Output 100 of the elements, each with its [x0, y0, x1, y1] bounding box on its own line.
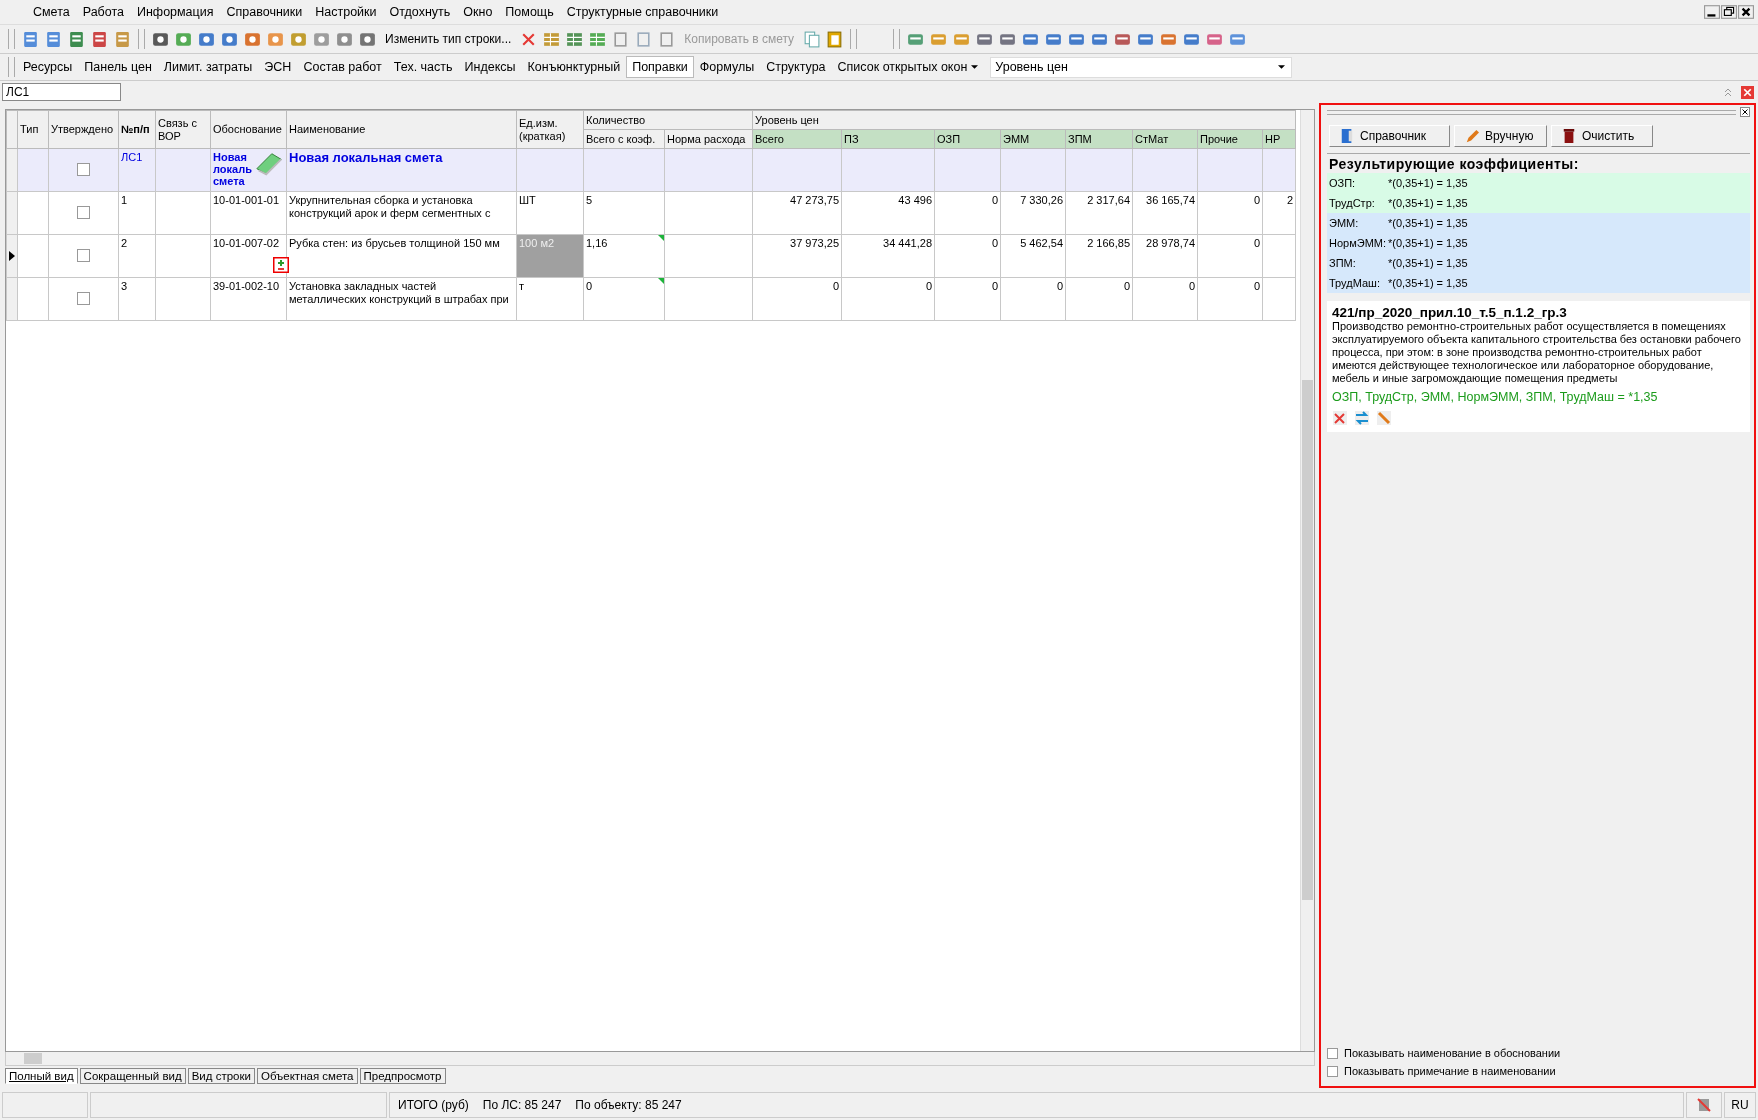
approved-checkbox[interactable] — [77, 163, 90, 176]
trash-icon — [1562, 128, 1576, 144]
price-value: 2 166,85 — [1087, 237, 1130, 249]
coefficient-label: ТрудМаш: — [1329, 277, 1381, 289]
price-value: 28 978,74 — [1146, 237, 1195, 249]
price-value: 0 — [1188, 280, 1195, 292]
row-number: 3 — [121, 280, 128, 292]
unit-text: 100 м2 — [519, 237, 555, 249]
panel-tab[interactable]: Тех. часть — [387, 56, 459, 78]
price-value: 0 — [1253, 280, 1260, 292]
menu-item[interactable]: Информация — [136, 5, 214, 19]
corner-flag-icon — [658, 235, 664, 241]
open-windows-dropdown[interactable]: Список открытых окон — [831, 56, 985, 78]
menu-item[interactable]: Работа — [82, 5, 124, 19]
delete-icon[interactable] — [1332, 410, 1348, 426]
horizontal-scrollbar[interactable] — [5, 1052, 1315, 1066]
menu-item[interactable]: Отдохнуть — [389, 5, 451, 19]
price-value: 47 273,75 — [790, 194, 839, 206]
row-number: 1 — [121, 194, 128, 206]
item-name: Укрупнительная сборка и установка конструкций арок и ферм сегментных с — [289, 194, 491, 219]
panel-tab[interactable]: Лимит. затраты — [157, 56, 259, 78]
price-value: 34 441,28 — [883, 237, 932, 249]
panel-tab[interactable]: ЭСН — [258, 56, 298, 78]
approved-checkbox[interactable] — [77, 206, 90, 219]
price-value: 0 — [925, 280, 932, 292]
column-header: Наименование — [286, 110, 517, 149]
panel-tab[interactable]: Индексы — [458, 56, 522, 78]
toolbar-grip[interactable] — [8, 29, 15, 49]
coefficient-label: ЭММ: — [1329, 217, 1360, 229]
change-row-type-button[interactable]: Изменить тип строки... — [381, 32, 516, 46]
caret-icon[interactable] — [1278, 65, 1286, 69]
menu-item[interactable]: Настройки — [315, 5, 377, 19]
coefficient-formula: *(0,35+1) = 1,35 — [1388, 177, 1468, 189]
view-tab[interactable]: Объектная смета — [256, 1068, 358, 1084]
column-header: Ед.изм. (краткая) — [516, 110, 584, 149]
view-tab[interactable]: Предпросмотр — [359, 1068, 446, 1084]
panel-tab[interactable]: Панель цен — [78, 56, 158, 78]
price-value: 0 — [991, 280, 998, 292]
view-tab[interactable]: Сокращенный вид — [79, 1068, 186, 1084]
language-indicator[interactable]: RU — [1724, 1092, 1756, 1118]
unit-text: т — [519, 280, 525, 292]
panel-tab[interactable]: Формулы — [693, 56, 761, 78]
column-header: Связь с ВОР — [155, 110, 211, 149]
current-row-icon — [9, 251, 15, 261]
price-value: 0 — [1253, 237, 1260, 249]
correction-title: 421/пр_2020_прил.10_т.5_п.1.2_гр.3 — [1332, 305, 1568, 320]
view-tab[interactable]: Полный вид — [5, 1068, 78, 1084]
correction-description: Производство ремонтно-строительных работ осуществляется в помещениях эксплуатируемого объекта капитального строительства без остановки рабочего процесса, при этом: в зоне производства ремонтно-строительных работ имеются действующее технологическое или лабораторное оборудование, мебель и иные загромождающие помещения предметы — [1332, 320, 1742, 385]
panel-tab[interactable]: Структура — [760, 56, 832, 78]
quantity-text: 5 — [586, 194, 593, 206]
option-label: Показывать наименование в обосновании — [1344, 1047, 1561, 1059]
collapse-icon[interactable] — [1723, 87, 1733, 97]
panel-tab[interactable]: Конъюнктурный — [521, 56, 627, 78]
price-value: 0 — [1123, 280, 1130, 292]
approved-checkbox[interactable] — [77, 249, 90, 262]
coefficient-formula: *(0,35+1) = 1,35 — [1388, 237, 1468, 249]
restore-icon[interactable] — [1721, 5, 1737, 19]
panel-tab[interactable]: Состав работ — [297, 56, 388, 78]
price-value: 0 — [1253, 194, 1260, 206]
panel-button[interactable]: Вручную — [1454, 125, 1547, 147]
address-field[interactable]: ЛС1 — [2, 83, 121, 101]
menu-item[interactable]: Окно — [463, 5, 493, 19]
price-level-dropdown[interactable]: Уровень цен — [990, 56, 1293, 78]
status-text: ИТОГО (руб) — [398, 1098, 469, 1112]
toolbar-grip[interactable] — [138, 29, 145, 49]
vertical-scrollbar[interactable] — [1300, 110, 1314, 1051]
view-tab[interactable]: Вид строки — [187, 1068, 255, 1084]
panel-button[interactable]: Справочник — [1329, 125, 1450, 147]
coefficient-label: ЗПМ: — [1329, 257, 1357, 269]
option-label: Показывать примечание в наименовании — [1344, 1065, 1556, 1077]
column-header: №п/п — [118, 110, 156, 149]
panel-tab[interactable]: Ресурсы — [17, 56, 79, 78]
minimize-icon[interactable] — [1704, 5, 1720, 19]
price-value: 0 — [991, 194, 998, 206]
menu-item[interactable]: Структурные справочники — [566, 5, 719, 19]
item-name: Установка закладных частей металлических конструкций в штрабах при — [289, 280, 509, 305]
option-checkbox[interactable] — [1327, 1065, 1338, 1077]
caret-icon[interactable] — [971, 65, 979, 69]
option-checkbox[interactable] — [1327, 1047, 1338, 1059]
close-icon[interactable] — [1740, 107, 1750, 117]
swap-arrows-icon[interactable] — [1354, 410, 1370, 426]
column-group-header: Уровень цен — [752, 110, 1296, 130]
panel-tab[interactable]: Поправки — [626, 56, 694, 78]
price-value: 43 496 — [898, 194, 932, 206]
close-icon[interactable] — [1738, 5, 1754, 19]
price-value: 2 317,64 — [1087, 194, 1130, 206]
toolbar-grip[interactable] — [8, 57, 15, 77]
approved-checkbox[interactable] — [77, 292, 90, 305]
coefficient-formula: *(0,35+1) = 1,35 — [1388, 257, 1468, 269]
column-header: Тип — [17, 110, 49, 149]
menu-item[interactable]: Справочники — [226, 5, 303, 19]
toolbar-grip[interactable] — [850, 29, 858, 49]
basis-code: 39-01-002-10 — [213, 280, 280, 292]
menu-item[interactable]: Смета — [33, 5, 70, 19]
toolbar-grip[interactable] — [893, 29, 901, 49]
quantity-text: 1,16 — [586, 237, 608, 249]
panel-button[interactable]: Очистить — [1551, 125, 1653, 147]
menu-item[interactable]: Помощь — [505, 5, 554, 19]
column-group-header: Количество — [583, 110, 753, 130]
column-header: Утверждено — [48, 110, 119, 149]
